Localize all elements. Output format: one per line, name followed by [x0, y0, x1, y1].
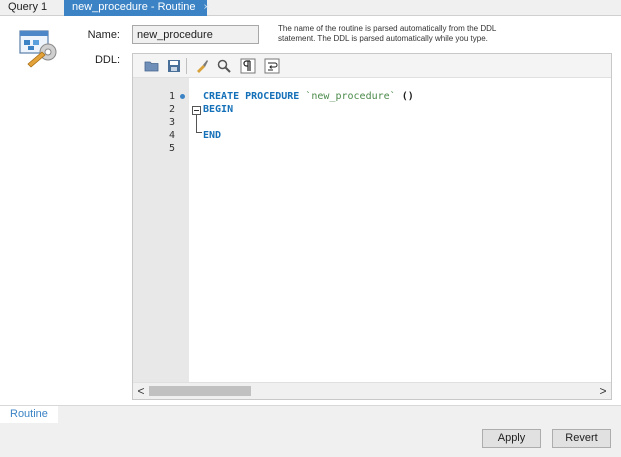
subtab-routine[interactable]: Routine [0, 406, 58, 424]
document-tab-bar: Query 1 new_procedure - Routine × [0, 0, 621, 16]
line-number: 3 [168, 117, 175, 128]
keyword-create-procedure: CREATE PROCEDURE [203, 91, 300, 102]
routine-icon [19, 30, 57, 68]
scrollbar-thumb[interactable] [149, 386, 251, 396]
editor-toolbar [133, 54, 611, 78]
action-footer: Apply Revert [0, 423, 621, 457]
keyword-begin: BEGIN [203, 104, 234, 115]
line-number: 1 [168, 91, 175, 102]
statement-marker-icon [180, 94, 185, 99]
line-number: 4 [168, 130, 175, 141]
tab-label: new_procedure - Routine [72, 1, 196, 13]
open-folder-icon[interactable] [144, 58, 160, 74]
name-hint-text: The name of the routine is parsed automa… [278, 24, 497, 43]
tab-new-procedure-routine[interactable]: new_procedure - Routine × [64, 0, 210, 16]
fold-collapse-icon[interactable] [192, 106, 201, 115]
fold-guide-line [196, 115, 197, 133]
code-line-1: CREATE PROCEDURE `new_procedure` () [203, 91, 414, 102]
scroll-left-icon[interactable]: < [134, 383, 148, 399]
ddl-code-editor[interactable]: 1 2 3 4 5 CREATE PROCEDURE `new_procedur… [132, 53, 612, 400]
save-icon[interactable] [166, 58, 182, 74]
tab-label: Query 1 [8, 1, 48, 13]
routine-name-input[interactable] [132, 25, 259, 44]
apply-button[interactable]: Apply [482, 429, 541, 448]
fold-guide-end [196, 132, 202, 133]
procedure-name-identifier: `new_procedure` [305, 91, 396, 102]
ddl-label: DDL: [94, 54, 120, 66]
invisible-chars-pilcrow-icon[interactable] [240, 58, 256, 74]
keyword-end: END [203, 130, 222, 141]
line-number: 2 [168, 104, 175, 115]
code-line-2: BEGIN [203, 104, 233, 115]
name-label: Name: [87, 29, 120, 41]
scroll-right-icon[interactable]: > [596, 383, 610, 399]
beautify-brush-icon[interactable] [194, 58, 210, 74]
tab-query-1[interactable]: Query 1 [0, 0, 64, 16]
find-magnifier-icon[interactable] [216, 58, 232, 74]
editor-subtab-bar: Routine [0, 405, 621, 424]
word-wrap-icon[interactable] [264, 58, 280, 74]
revert-button[interactable]: Revert [552, 429, 611, 448]
routine-editor-panel: Name: The name of the routine is parsed … [0, 16, 621, 405]
parameter-parens: () [401, 91, 414, 102]
horizontal-scrollbar[interactable]: < > [133, 382, 611, 399]
toolbar-separator [186, 58, 187, 74]
code-line-4: END [203, 130, 221, 141]
line-number: 5 [168, 143, 175, 154]
close-icon[interactable]: × [204, 2, 210, 13]
